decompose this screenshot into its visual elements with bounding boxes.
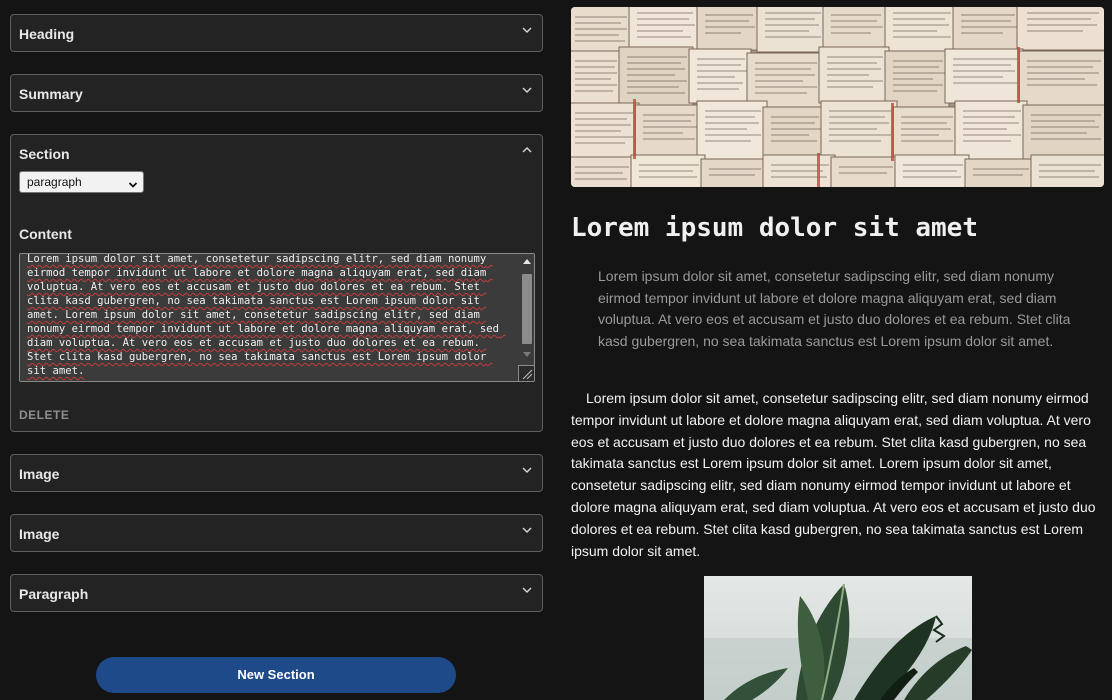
new-section-button[interactable]: New Section [96,657,456,693]
section-panel: Section paragraph Content Lorem ipsum do… [10,134,543,432]
chevron-down-icon[interactable] [520,23,534,37]
chevron-down-icon[interactable] [520,523,534,537]
heading-panel[interactable]: Heading [10,14,543,52]
scroll-thumb[interactable] [522,274,532,344]
content-text: Lorem ipsum dolor sit amet, consetetur s… [27,253,506,377]
section-type-select[interactable]: paragraph [19,171,144,193]
chevron-down-icon[interactable] [520,583,534,597]
panel-title: Image [19,526,60,542]
paragraph-panel[interactable]: Paragraph [10,574,543,612]
preview-summary: Lorem ipsum dolor sit amet, consetetur s… [598,268,1071,349]
preview-heading: Lorem ipsum dolor sit amet [571,213,978,243]
panel-title: Summary [19,86,83,102]
panel-title: Image [19,466,60,482]
content-textarea[interactable]: Lorem ipsum dolor sit amet, consetetur s… [19,253,535,382]
content-label: Content [19,226,72,242]
chevron-down-icon[interactable] [520,463,534,477]
panel-title: Heading [19,26,75,42]
scroll-down-icon[interactable] [523,352,531,357]
hero-image [571,7,1104,187]
preview-paragraph: Lorem ipsum dolor sit amet, consetetur s… [571,390,1096,559]
scroll-up-icon[interactable] [523,259,531,264]
page: Heading Summary Section paragraph Conten… [0,0,1112,700]
resize-handle-icon[interactable] [518,365,534,381]
chevron-down-icon [128,177,138,195]
image-panel[interactable]: Image [10,514,543,552]
select-value: paragraph [27,175,82,189]
preview-pane: Lorem ipsum dolor sit amet Lorem ipsum d… [571,7,1104,700]
panel-title: Section [19,146,70,162]
chevron-down-icon[interactable] [520,83,534,97]
chevron-up-icon[interactable] [520,143,534,157]
section-editor: Heading Summary Section paragraph Conten… [10,14,543,634]
image-panel[interactable]: Image [10,454,543,492]
panel-title: Paragraph [19,586,89,602]
textarea-scrollbar[interactable] [520,254,534,364]
plant-image [704,576,972,700]
delete-button[interactable]: DELETE [19,408,69,422]
summary-panel[interactable]: Summary [10,74,543,112]
